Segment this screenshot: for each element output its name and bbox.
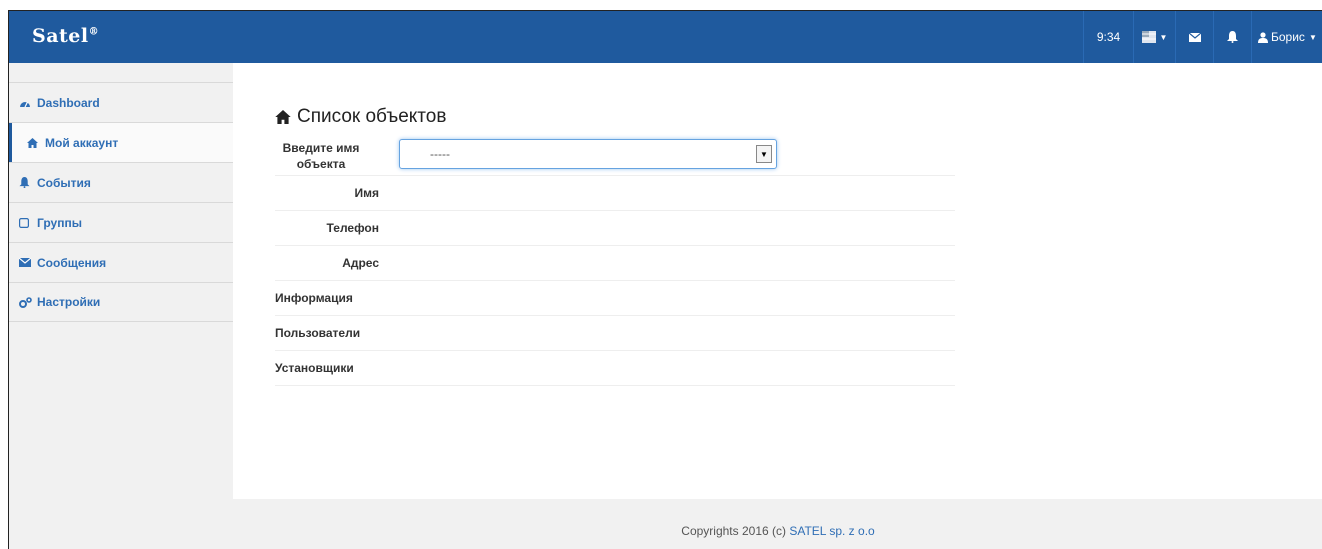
main-content: Список объектов Введите имя объекта ----… [233,63,1322,499]
sidebar-item-label: Dashboard [37,95,100,110]
sidebar-item-label: Мой аккаунт [45,135,119,150]
brand-logo[interactable]: Satel® [32,25,99,47]
form-row-address: Адрес [275,246,955,281]
field-label: Информация [275,291,353,305]
footer-company-link[interactable]: SATEL sp. z o.o [789,524,874,538]
object-select[interactable]: ----- ▼ [399,139,777,169]
top-navbar: Satel® 9:34 ▼ Борис ▼ [9,11,1322,63]
sidebar-item-events[interactable]: События [9,162,233,202]
clock: 9:34 [1083,11,1133,63]
bell-icon [19,177,33,188]
object-select-value: ----- [430,147,450,161]
square-icon [19,217,33,228]
object-select-label: Введите имя объекта [282,141,360,171]
chevron-down-icon[interactable]: ▼ [756,145,772,163]
envelope-icon [19,258,33,267]
field-label: Установщики [275,361,354,375]
user-name: Борис [1271,30,1305,44]
form-row-object: Введите имя объекта ----- ▼ [275,136,955,176]
chevron-down-icon: ▼ [1159,32,1168,42]
flag-icon [1141,31,1156,43]
sidebar-item-label: Группы [37,215,82,230]
sidebar-item-settings[interactable]: Настройки [9,282,233,322]
time-text: 9:34 [1096,30,1121,44]
navbar-right: 9:34 ▼ Борис ▼ [1083,11,1322,63]
bell-icon [1227,31,1238,43]
footer-text: Copyrights 2016 (c) [681,524,790,538]
sidebar-item-label: Сообщения [37,255,107,270]
footer: Copyrights 2016 (c) SATEL sp. z o.o [233,499,1322,549]
envelope-icon [1188,32,1201,42]
sidebar-item-my-account[interactable]: Мой аккаунт [9,122,233,162]
sidebar-item-dashboard[interactable]: Dashboard [9,82,233,122]
sidebar-item-label: Настройки [37,295,101,309]
object-form: Введите имя объекта ----- ▼ Имя Телефон … [275,136,955,386]
page-title: Список объектов [275,106,446,128]
form-row-phone: Телефон [275,211,955,246]
user-icon [1258,31,1268,43]
sidebar-item-groups[interactable]: Группы [9,202,233,242]
field-label: Имя [354,186,379,200]
home-icon [27,137,41,148]
page-title-text: Список объектов [297,106,447,127]
notifications-button[interactable] [1213,11,1251,63]
language-dropdown[interactable]: ▼ [1133,11,1175,63]
form-row-installers: Установщики [275,351,955,386]
sidebar: Dashboard Мой аккаунт События Группы Соо… [9,82,233,333]
sidebar-item-label: События [37,175,91,190]
home-icon [275,110,291,124]
field-label: Пользователи [275,326,361,340]
field-label: Адрес [342,256,379,270]
gears-icon [19,296,33,308]
chevron-down-icon: ▼ [1308,32,1317,42]
app-window: Satel® 9:34 ▼ Борис ▼ Dashboard Мой акка… [8,10,1322,549]
form-row-info: Информация [275,281,955,316]
dashboard-icon [19,98,33,108]
user-menu[interactable]: Борис ▼ [1251,11,1322,63]
sidebar-item-messages[interactable]: Сообщения [9,242,233,282]
form-row-users: Пользователи [275,316,955,351]
field-label: Телефон [326,221,379,235]
form-row-name: Имя [275,176,955,211]
messages-button[interactable] [1175,11,1213,63]
